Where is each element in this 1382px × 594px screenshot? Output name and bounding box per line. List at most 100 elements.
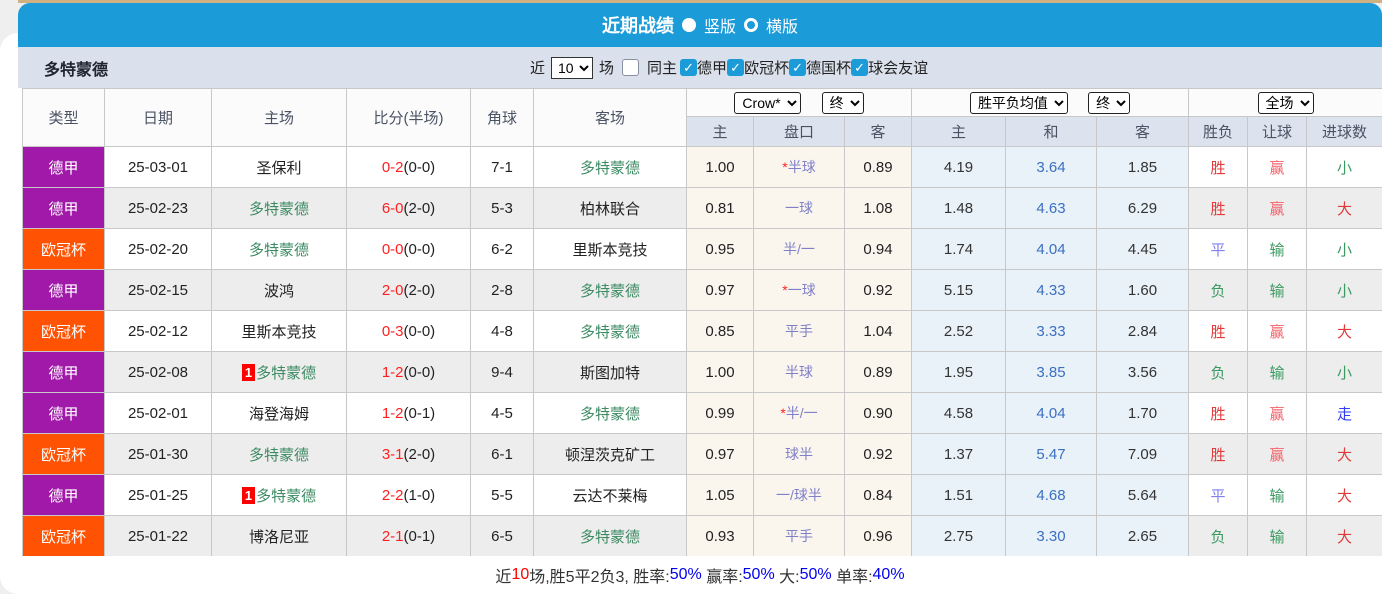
bookmaker-select[interactable]: Crow* <box>734 92 801 114</box>
handicap-name: 平手 <box>785 323 813 339</box>
score-half: (2-0) <box>404 282 436 299</box>
match-date: 25-01-25 <box>105 475 212 516</box>
table-row: 德甲 25-02-15 波鸿 2-0(2-0) 2-8 多特蒙德 0.97 *一… <box>23 270 1382 311</box>
result-wdl: 平 <box>1189 229 1248 270</box>
layout-vertical-label[interactable]: 竖版 <box>704 13 736 37</box>
score-half: (0-0) <box>404 323 436 340</box>
layout-horizontal-radio[interactable] <box>744 18 758 32</box>
avg-home: 1.48 <box>912 188 1006 229</box>
recent-suffix-label: 场 <box>599 57 614 78</box>
avg-home: 1.51 <box>912 475 1006 516</box>
home-rank-badge: 1 <box>242 364 255 381</box>
avg-stage-select[interactable]: 终 <box>1088 92 1130 114</box>
score-cell: 6-0(2-0) <box>347 188 471 229</box>
table-row: 德甲 25-02-01 海登海姆 1-2(0-1) 4-5 多特蒙德 0.99 … <box>23 393 1382 434</box>
league-filter-欧冠杯[interactable]: ✓欧冠杯 <box>727 57 789 78</box>
handicap-name: 一球 <box>785 200 813 216</box>
away-team-cell: 柏林联合 <box>534 188 687 229</box>
col-header-type: 类型 <box>23 89 105 147</box>
score-full: 0-2 <box>382 159 404 176</box>
match-date: 25-02-23 <box>105 188 212 229</box>
away-team: 斯图加特 <box>580 365 640 382</box>
score-half: (0-1) <box>404 405 436 422</box>
odds-selects-cell: Crow* 终 <box>687 89 912 117</box>
league-filter-德国杯[interactable]: ✓德国杯 <box>789 57 851 78</box>
scope-select[interactable]: 全场 <box>1258 92 1314 114</box>
page-title: 近期战绩 <box>602 12 674 38</box>
table-row: 欧冠杯 25-01-30 多特蒙德 3-1(2-0) 6-1 顿涅茨克矿工 0.… <box>23 434 1382 475</box>
result-handicap: 赢 <box>1248 434 1307 475</box>
odds-away: 1.08 <box>845 188 912 229</box>
match-date: 25-03-01 <box>105 147 212 188</box>
odds-stage-select[interactable]: 终 <box>822 92 864 114</box>
league-filter-label[interactable]: 德国杯 <box>806 57 851 78</box>
league-badge: 德甲 <box>23 352 105 393</box>
match-date: 25-01-22 <box>105 516 212 557</box>
league-badge: 德甲 <box>23 188 105 229</box>
corner-score: 5-3 <box>471 188 534 229</box>
home-team-cell: 波鸿 <box>212 270 347 311</box>
result-handicap: 输 <box>1248 475 1307 516</box>
league-filter-checkbox[interactable]: ✓ <box>789 59 806 76</box>
corner-score: 6-5 <box>471 516 534 557</box>
avg-home: 1.95 <box>912 352 1006 393</box>
avg-selects-cell: 胜平负均值 终 <box>912 89 1189 117</box>
avg-draw: 5.47 <box>1006 434 1097 475</box>
away-team-cell: 多特蒙德 <box>534 393 687 434</box>
home-team-cell: 多特蒙德 <box>212 434 347 475</box>
odds-away: 0.94 <box>845 229 912 270</box>
score-cell: 0-2(0-0) <box>347 147 471 188</box>
same-home-label[interactable]: 同主 <box>647 57 677 78</box>
col-header-date: 日期 <box>105 89 212 147</box>
league-filter-checkbox[interactable]: ✓ <box>851 59 868 76</box>
league-filter-德甲[interactable]: ✓德甲 <box>680 57 727 78</box>
home-team: 圣保利 <box>256 160 301 177</box>
home-team-cell: 里斯本竞技 <box>212 311 347 352</box>
handicap-name: 半球 <box>785 364 813 380</box>
result-wdl: 负 <box>1189 516 1248 557</box>
away-team: 多特蒙德 <box>580 406 640 423</box>
handicap-cell: *半/一 <box>754 393 845 434</box>
home-team: 多特蒙德 <box>256 488 316 505</box>
score-half: (1-0) <box>404 487 436 504</box>
league-filter-checkbox[interactable]: ✓ <box>680 59 697 76</box>
league-filter-checkbox[interactable]: ✓ <box>727 59 744 76</box>
league-filter-球会友谊[interactable]: ✓球会友谊 <box>851 57 928 78</box>
league-filter-label[interactable]: 球会友谊 <box>868 57 928 78</box>
score-full: 3-1 <box>382 446 404 463</box>
league-filter-label[interactable]: 欧冠杯 <box>744 57 789 78</box>
odds-away: 0.89 <box>845 147 912 188</box>
same-home-checkbox[interactable] <box>622 59 639 76</box>
odds-home: 0.85 <box>687 311 754 352</box>
table-row: 欧冠杯 25-01-22 博洛尼亚 2-1(0-1) 6-5 多特蒙德 0.93… <box>23 516 1382 557</box>
layout-horizontal-label[interactable]: 横版 <box>766 13 798 37</box>
result-goals: 大 <box>1307 188 1382 229</box>
avg-away: 6.29 <box>1097 188 1189 229</box>
league-badge: 德甲 <box>23 475 105 516</box>
recent-count-select[interactable]: 10 <box>551 57 593 79</box>
result-wdl: 负 <box>1189 352 1248 393</box>
score-half: (0-0) <box>404 241 436 258</box>
layout-vertical-radio[interactable] <box>682 18 696 32</box>
summary-segment: 赢率: <box>702 563 743 587</box>
avg-type-select[interactable]: 胜平负均值 <box>970 92 1068 114</box>
corner-score: 4-8 <box>471 311 534 352</box>
score-cell: 2-0(2-0) <box>347 270 471 311</box>
league-filter-label[interactable]: 德甲 <box>697 57 727 78</box>
home-team: 波鸿 <box>264 283 294 300</box>
away-team-cell: 云达不莱梅 <box>534 475 687 516</box>
avg-away: 3.56 <box>1097 352 1189 393</box>
score-cell: 1-2(0-1) <box>347 393 471 434</box>
handicap-cell: 一/球半 <box>754 475 845 516</box>
odds-away: 1.04 <box>845 311 912 352</box>
home-team-cell: 圣保利 <box>212 147 347 188</box>
result-handicap: 输 <box>1248 270 1307 311</box>
handicap-name: 半/一 <box>783 241 815 257</box>
avg-away: 2.84 <box>1097 311 1189 352</box>
home-team-cell: 1多特蒙德 <box>212 352 347 393</box>
corner-score: 4-5 <box>471 393 534 434</box>
score-half: (2-0) <box>404 446 436 463</box>
score-half: (2-0) <box>404 200 436 217</box>
avg-home: 5.15 <box>912 270 1006 311</box>
summary-segment: 场,胜5平2负3, 胜率: <box>529 563 669 587</box>
